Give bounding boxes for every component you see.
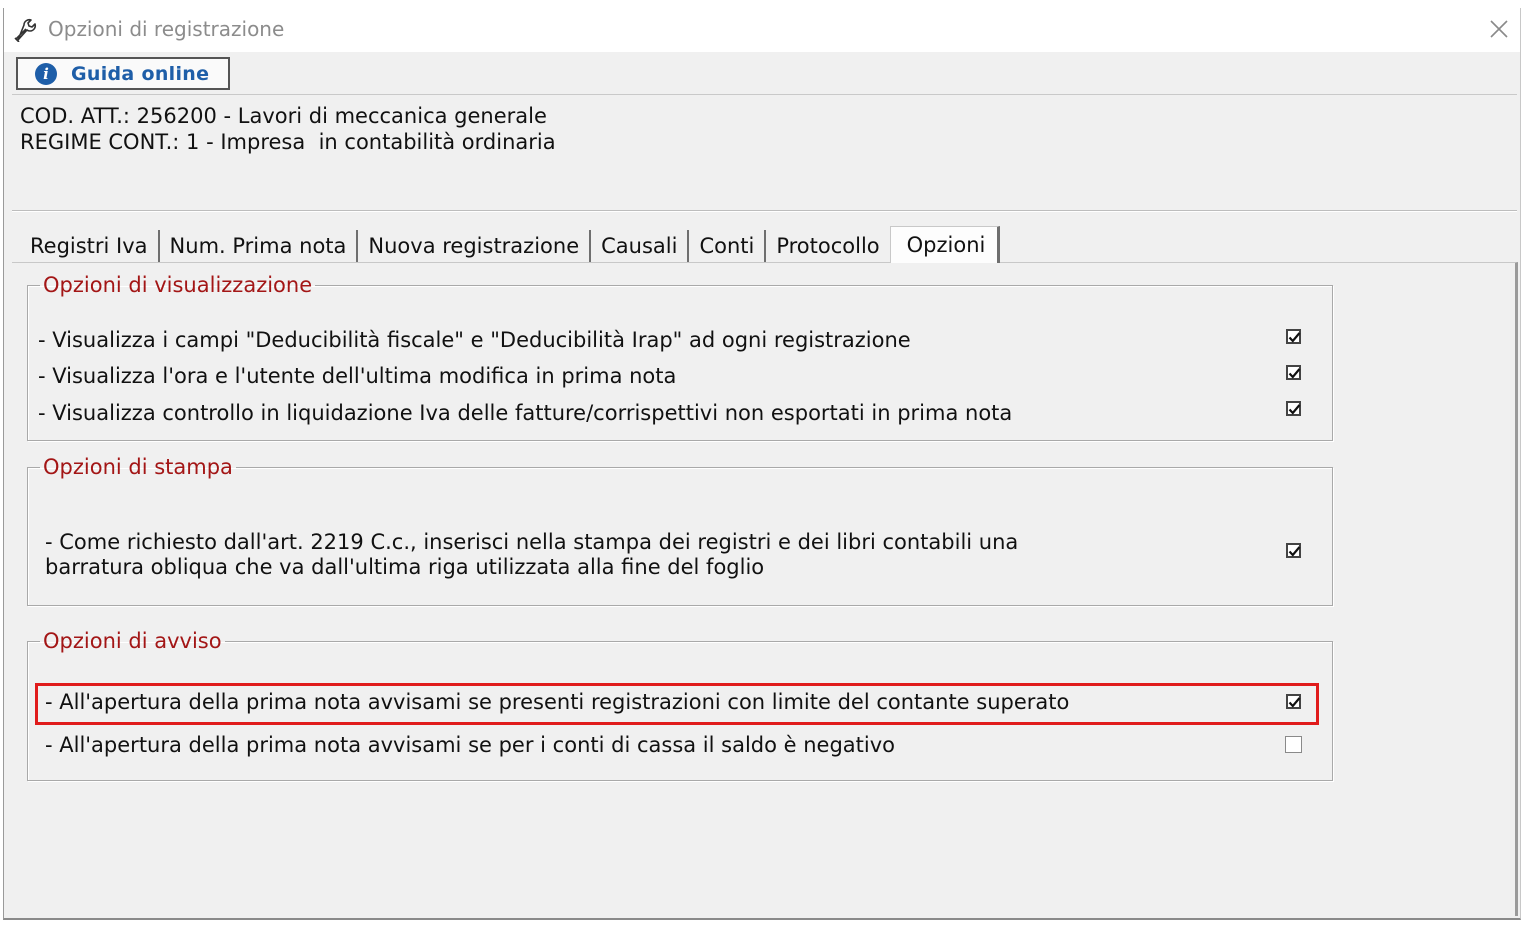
online-guide-button[interactable]: i Guida online bbox=[16, 57, 230, 90]
options-dialog: Opzioni di registrazione i Guida online … bbox=[3, 8, 1521, 920]
display-options-group: Opzioni di visualizzazione - Visualizza … bbox=[27, 273, 1333, 441]
tab-num-prima-nota[interactable]: Num. Prima nota bbox=[160, 230, 359, 262]
option-label: - Visualizza i campi "Deducibilità fisca… bbox=[38, 328, 911, 352]
option-label: - All'apertura della prima nota avvisami… bbox=[45, 733, 896, 757]
option-label: - All'apertura della prima nota avvisami… bbox=[45, 690, 1070, 714]
tab-opzioni[interactable]: Opzioni bbox=[889, 226, 1001, 263]
option-checkbox[interactable] bbox=[1286, 543, 1301, 558]
option-checkbox[interactable] bbox=[1286, 365, 1301, 380]
tab-bar: Registri Iva Num. Prima nota Nuova regis… bbox=[20, 226, 1001, 263]
tab-protocollo[interactable]: Protocollo bbox=[766, 230, 889, 262]
option-checkbox[interactable] bbox=[1286, 329, 1301, 344]
title-bar: Opzioni di registrazione bbox=[4, 8, 1520, 52]
accounting-regime-text: REGIME CONT.: 1 - Impresa in contabilità… bbox=[20, 130, 556, 154]
tab-registri-iva[interactable]: Registri Iva bbox=[20, 230, 160, 262]
display-options-title: Opzioni di visualizzazione bbox=[43, 273, 313, 297]
online-guide-label: Guida online bbox=[71, 62, 210, 85]
close-button[interactable] bbox=[1484, 14, 1514, 44]
print-options-group: Opzioni di stampa - Come richiesto dall'… bbox=[27, 455, 1333, 606]
option-label: - Visualizza controllo in liquidazione I… bbox=[38, 401, 1013, 425]
close-icon[interactable] bbox=[1488, 18, 1510, 40]
option-label-line2: barratura obliqua che va dall'ultima rig… bbox=[45, 555, 765, 579]
tab-causali[interactable]: Causali bbox=[591, 230, 690, 262]
checkmark-icon bbox=[1288, 697, 1301, 708]
option-checkbox[interactable] bbox=[1285, 736, 1302, 753]
divider bbox=[12, 94, 1517, 95]
option-label-line1: - Come richiesto dall'art. 2219 C.c., in… bbox=[45, 530, 1019, 554]
option-label: - Visualizza l'ora e l'utente dell'ultim… bbox=[38, 364, 677, 388]
tab-nuova-registrazione[interactable]: Nuova registrazione bbox=[358, 230, 592, 262]
checkmark-icon bbox=[1288, 404, 1301, 415]
wrench-icon bbox=[14, 18, 37, 42]
checkmark-icon bbox=[1288, 332, 1301, 343]
tab-conti[interactable]: Conti bbox=[689, 230, 767, 262]
divider bbox=[12, 210, 1517, 212]
checkmark-icon bbox=[1288, 546, 1301, 557]
checkmark-icon bbox=[1288, 368, 1301, 379]
options-tab-panel: Opzioni di visualizzazione - Visualizza … bbox=[12, 262, 1518, 916]
info-icon: i bbox=[35, 62, 57, 85]
option-checkbox[interactable] bbox=[1286, 401, 1301, 416]
option-checkbox[interactable] bbox=[1286, 694, 1301, 709]
print-options-title: Opzioni di stampa bbox=[43, 455, 233, 479]
alert-options-group: Opzioni di avviso - All'apertura della p… bbox=[27, 629, 1333, 781]
activity-code-text: COD. ATT.: 256200 - Lavori di meccanica … bbox=[20, 104, 547, 128]
window-title: Opzioni di registrazione bbox=[48, 17, 285, 41]
alert-options-title: Opzioni di avviso bbox=[43, 629, 222, 653]
